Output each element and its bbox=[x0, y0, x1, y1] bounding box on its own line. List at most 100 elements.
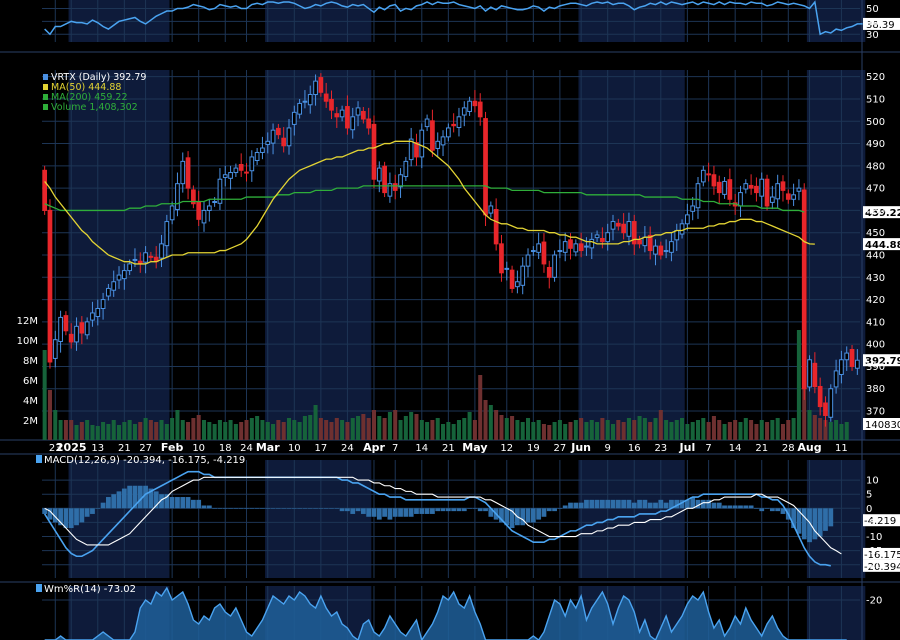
volume-bar bbox=[292, 420, 297, 440]
volume-bar bbox=[701, 418, 706, 440]
candle-body bbox=[355, 107, 361, 116]
macd-histogram-bar bbox=[445, 508, 451, 512]
candle-body bbox=[801, 189, 807, 390]
candle-body bbox=[578, 243, 584, 252]
volume-bar bbox=[223, 422, 228, 440]
willr-y-tick: -20 bbox=[866, 596, 882, 607]
x-axis-tick: 27 bbox=[554, 443, 567, 454]
volume-bar bbox=[366, 418, 371, 440]
candle-body bbox=[132, 258, 138, 261]
candle-body bbox=[58, 316, 63, 342]
volume-bar bbox=[786, 420, 791, 440]
volume-bar bbox=[690, 422, 695, 440]
volume-bar bbox=[196, 415, 201, 440]
macd-histogram-bar bbox=[546, 508, 552, 512]
price-y-tick: 470 bbox=[866, 184, 885, 195]
volume-bar bbox=[711, 416, 716, 440]
price-y-tick: 460 bbox=[866, 206, 885, 217]
macd-histogram-bar bbox=[100, 502, 106, 509]
macd-y-tick: 0 bbox=[866, 504, 872, 515]
willr-label: Wm%R(14) -73.02 bbox=[44, 584, 136, 595]
macd-histogram-bar bbox=[414, 508, 419, 514]
candle-body bbox=[499, 243, 504, 274]
candle-body bbox=[700, 169, 706, 183]
candle-body bbox=[382, 165, 387, 194]
volume-bar bbox=[138, 422, 143, 440]
candle-body bbox=[509, 269, 515, 289]
volume-bar bbox=[180, 420, 185, 440]
macd-histogram-bar bbox=[430, 508, 435, 514]
macd-histogram-bar bbox=[419, 508, 425, 514]
volume-bar bbox=[727, 422, 732, 440]
candle-body bbox=[148, 255, 154, 258]
candle-body bbox=[769, 196, 775, 203]
volume-bar bbox=[217, 420, 222, 440]
candle-body bbox=[451, 123, 457, 127]
volume-bar bbox=[510, 416, 515, 440]
volume-y-tick: 4M bbox=[23, 396, 38, 407]
volume-bar bbox=[201, 420, 207, 440]
price-y-tick: 380 bbox=[866, 384, 885, 395]
candle-body bbox=[530, 250, 536, 253]
candle-body bbox=[281, 137, 287, 147]
x-axis-tick: 19 bbox=[527, 443, 540, 454]
candle-body bbox=[233, 167, 239, 174]
candle-body bbox=[398, 174, 403, 188]
candle-body bbox=[260, 147, 265, 153]
candle-body bbox=[143, 252, 148, 263]
macd-histogram-bar bbox=[265, 508, 271, 509]
macd-histogram-bar bbox=[828, 508, 834, 527]
macd-histogram-bar bbox=[95, 508, 101, 509]
macd-histogram-bar bbox=[222, 508, 228, 509]
candle-body bbox=[121, 270, 127, 280]
macd-histogram-bar bbox=[477, 508, 483, 512]
volume-bar bbox=[53, 410, 58, 440]
volume-bar bbox=[536, 420, 541, 440]
macd-histogram-bar bbox=[578, 502, 584, 509]
macd-histogram-bar bbox=[238, 508, 244, 509]
candle-body bbox=[180, 160, 186, 185]
candle-body bbox=[488, 205, 494, 214]
volume-bar bbox=[79, 422, 84, 440]
candle-body bbox=[419, 129, 425, 158]
volume-bar bbox=[356, 416, 361, 440]
macd-histogram-bar bbox=[722, 505, 727, 509]
volume-bar bbox=[186, 422, 191, 440]
price-y-tick: 500 bbox=[866, 117, 885, 128]
volume-bar bbox=[499, 415, 504, 440]
candle-body bbox=[557, 250, 563, 253]
macd-histogram-bar bbox=[291, 508, 297, 509]
volume-bar bbox=[85, 420, 90, 440]
candle-body bbox=[286, 127, 292, 147]
top-y-tick: 40 bbox=[866, 17, 879, 28]
macd-histogram-bar bbox=[313, 508, 318, 509]
macd-histogram-bar bbox=[557, 508, 563, 509]
macd-histogram-bar bbox=[711, 502, 717, 509]
x-axis-tick: May bbox=[462, 441, 487, 454]
candle-body bbox=[52, 339, 58, 359]
volume-bar bbox=[610, 424, 616, 440]
volume-bar bbox=[143, 418, 148, 440]
macd-histogram-bar bbox=[382, 508, 387, 517]
candle-body bbox=[74, 325, 79, 343]
macd-histogram-bar bbox=[637, 499, 642, 509]
price-y-tick: 490 bbox=[866, 139, 885, 150]
candle-body bbox=[520, 265, 526, 286]
candle-body bbox=[828, 388, 834, 418]
macd-histogram-bar bbox=[334, 508, 340, 509]
volume-bar bbox=[605, 420, 610, 440]
macd-histogram-bar bbox=[801, 508, 807, 540]
candle-body bbox=[759, 178, 765, 197]
x-axis-tick: 24 bbox=[240, 443, 253, 454]
candle-body bbox=[376, 167, 382, 182]
macd-histogram-bar bbox=[764, 508, 770, 509]
volume-bar bbox=[658, 410, 663, 440]
candle-body bbox=[95, 307, 101, 318]
macd-histogram-bar bbox=[318, 508, 324, 509]
candle-body bbox=[483, 118, 488, 216]
candle-body bbox=[525, 254, 531, 267]
price-y-tick: 430 bbox=[866, 273, 885, 284]
candle-body bbox=[68, 333, 74, 343]
candle-body bbox=[254, 151, 260, 161]
macd-histogram-bar bbox=[79, 508, 85, 523]
